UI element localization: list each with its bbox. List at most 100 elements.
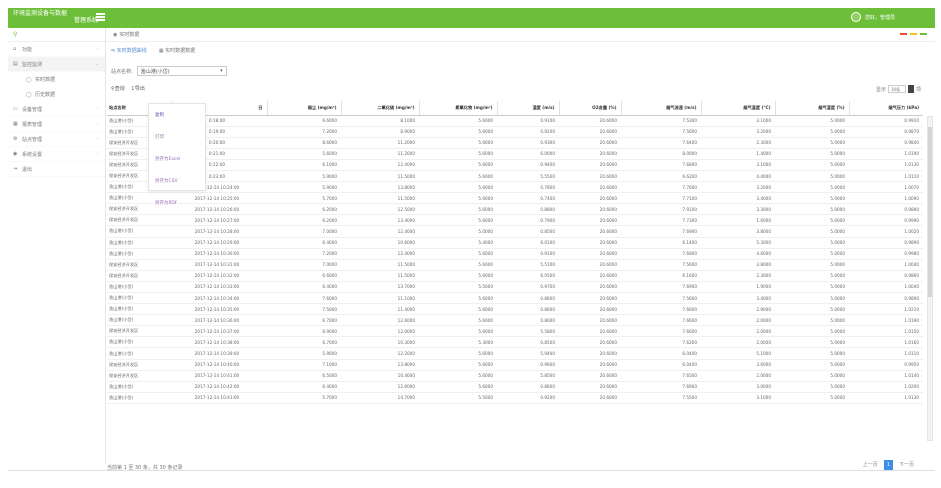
search-icon[interactable]: ⚲ xyxy=(13,31,17,38)
sidebar-item-logout[interactable]: ⇥ 退出 xyxy=(8,162,105,177)
page-size-select[interactable]: 30条 xyxy=(887,85,906,93)
table-cell: 1.0190 xyxy=(849,314,923,327)
table-cell: 5.5800 xyxy=(497,325,559,338)
table-cell: 1.0090 xyxy=(849,192,923,205)
table-cell: 2017-12-14 10:37:00 xyxy=(171,325,267,338)
table-row[interactable]: 渔山港(小岱) 2017-12-14 10:43:00 5.7000 14.7000 5… xyxy=(107,392,923,404)
page-size-dropdown-button[interactable] xyxy=(907,85,914,93)
table-cell: 0.9600 xyxy=(497,359,559,371)
table-cell: 1.9000 xyxy=(701,281,775,294)
table-cell: 2017-12-14 10:43:00 xyxy=(171,392,267,404)
table-row[interactable]: 保安经济开发区 2017-12-14 10:41:00 6.5000 10.4000 5… xyxy=(107,370,923,382)
sidebar-item-stations[interactable]: ⚙ 站点管理 › xyxy=(8,132,105,147)
column-header[interactable]: 氮氧化物 (mg/m³) xyxy=(418,101,497,116)
sidebar-item-reports[interactable]: ▦ 报表管理 › xyxy=(8,117,105,132)
tab-data[interactable]: ▦ 实时数据数据 xyxy=(159,47,195,54)
table-cell: 5.6000 xyxy=(419,381,497,393)
query-button[interactable]: ⚲查询 xyxy=(111,85,125,92)
table-row[interactable]: 保安经济开发区 0:22:00 6.1000 12.4000 5.6000 0.9400 2… xyxy=(107,159,923,171)
table-row[interactable]: 保安经济开发区 0:20:00 8.6000 11.2000 5.6000 0.9300 2… xyxy=(107,137,923,149)
table-cell: 20.6000 xyxy=(559,381,621,393)
table-row[interactable]: 保安经济开发区 2017-12-14 10:32:00 6.6000 11.5000 5… xyxy=(107,270,923,282)
table-row[interactable]: 保安经济开发区 0:21:00 5.6000 11.2000 5.6000 6.0000 2… xyxy=(107,148,923,160)
sidebar-search[interactable]: ⚲ xyxy=(8,28,105,42)
export-menu-item[interactable]: 打印 xyxy=(149,126,205,148)
scrollbar-thumb[interactable] xyxy=(928,127,932,297)
table-row[interactable]: 渔山港(小岱) 2017-12-14 10:36:00 6.7000 12.6000 5… xyxy=(107,314,923,327)
sidebar-subitem-history[interactable]: ◯ 历史数据 xyxy=(8,87,105,102)
app-title-line2: 管理系统 xyxy=(73,17,98,24)
table-cell: 11.4000 xyxy=(341,303,419,316)
chevron-right-icon: › xyxy=(97,106,99,112)
table-row[interactable]: 保安经济开发区 2017-12-14 10:40:00 7.1000 13.8000 5… xyxy=(107,359,923,371)
table-row[interactable]: 渔山港(小岱) 2017-12-14 10:25:00 5.7000 11.5000 5… xyxy=(107,192,923,205)
column-header[interactable]: 烟气湿度 (%) xyxy=(774,101,849,116)
column-header[interactable]: 烟尘 (mg/m³) xyxy=(266,101,341,116)
sidebar-item-settings[interactable]: ◉ 系统设置 › xyxy=(8,147,105,162)
table-body: 渔山港(小岱) 0:18:00 6.6000 8.1000 5.6000 0.9100 20… xyxy=(107,115,923,404)
table-row[interactable]: 渔山港(小岱) 2017-12-14 10:24:00 5.9000 13.8000 5… xyxy=(107,181,923,194)
sidebar-item-devices[interactable]: ▭ 设备管理 › xyxy=(8,102,105,117)
chevron-right-icon: › xyxy=(97,121,99,127)
table-row[interactable]: 保安经济开发区 0:23:00 5.9000 11.5000 5.6000 5.5500 2… xyxy=(107,170,923,183)
table-row[interactable]: 渔山港(小岱) 0:18:00 6.6000 8.1000 5.6000 0.9100 20… xyxy=(107,115,923,127)
column-header[interactable]: 烟气温度 (°C) xyxy=(700,101,775,116)
sidebar-subitem-realtime[interactable]: ◯ 实时数据 xyxy=(8,72,105,87)
table-row[interactable]: 渔山港(小岱) 2017-12-14 10:35:00 7.5000 11.4000 5… xyxy=(107,303,923,316)
table-cell: 11.5000 xyxy=(341,270,419,282)
table-cell: 7.6800 xyxy=(621,248,701,260)
table-row[interactable]: 保安经济开发区 2017-12-14 10:31:00 7.0000 11.5000 5… xyxy=(107,259,923,271)
table-cell: 7.7600 xyxy=(621,181,701,194)
export-button[interactable]: ↧导出 xyxy=(131,85,145,92)
sidebar-item-home[interactable]: ⌂ 功能 › xyxy=(8,42,105,57)
table-cell: 0.7900 xyxy=(497,214,559,227)
export-menu-item[interactable]: 复制 xyxy=(149,104,205,126)
table-cell: 5.6000 xyxy=(419,303,497,316)
avatar[interactable] xyxy=(850,12,861,22)
user-greeting[interactable]: 您好，管理员 xyxy=(865,14,895,21)
sidebar-item-monitoring[interactable]: ▤ 监控监测 ⌄ xyxy=(8,57,105,72)
table-cell: 7.6600 xyxy=(621,314,701,327)
column-header[interactable]: O2含量 (%) xyxy=(558,101,621,116)
realtime-icon: ◯ xyxy=(26,76,32,83)
export-menu-item[interactable]: 另存为CSV xyxy=(149,170,205,192)
table-cell: 5.6000 xyxy=(419,359,497,371)
table-cell: 5.0000 xyxy=(775,225,849,238)
table-row[interactable]: 渔山港(小岱) 2017-12-14 10:30:00 7.2000 12.4000 5… xyxy=(107,248,923,260)
export-menu-item[interactable]: 另存为PDF xyxy=(149,192,205,214)
column-header[interactable]: 湿度 (m/s) xyxy=(496,101,559,116)
view-tabs: ⇋ 实时数据曲线 ▦ 实时数据数据 xyxy=(111,47,195,54)
user-menu[interactable]: 您好，管理员 xyxy=(850,12,895,22)
table-cell: 5.0000 xyxy=(775,126,849,138)
table-cell: 4.6000 xyxy=(701,248,775,260)
table-cell: 13.8000 xyxy=(341,359,419,371)
column-header[interactable]: 烟气压力 (kPa) xyxy=(848,101,923,116)
table-icon: ▦ xyxy=(158,48,164,54)
menu-toggle-icon[interactable] xyxy=(96,13,105,21)
table-cell: 5.6000 xyxy=(419,292,497,305)
table-row[interactable]: 渔山港(小岱) 2017-12-14 10:38:00 6.7000 10.3000 5… xyxy=(107,336,923,349)
table-cell: 6.6000 xyxy=(267,270,341,282)
table-row[interactable]: 渔山港(小岱) 2017-12-14 10:39:00 5.9000 12.2000 5… xyxy=(107,347,923,360)
table-cell: 3.4000 xyxy=(701,192,775,205)
table-scrollbar[interactable] xyxy=(927,116,933,441)
table-row[interactable]: 渔山港(小岱) 2017-12-14 10:29:00 6.4000 10.6000 5… xyxy=(107,237,923,249)
column-header[interactable]: 二氧化硫 (mg/m³) xyxy=(340,101,419,116)
breadcrumb-current[interactable]: 实时数据 xyxy=(119,31,139,38)
station-select[interactable]: 渔山港(小岱) ▾ xyxy=(136,66,227,76)
column-header[interactable]: 烟气流速 (m/s) xyxy=(620,101,701,116)
table-cell: 10.6000 xyxy=(341,237,419,249)
table-cell: 5.7000 xyxy=(267,392,341,404)
table-row[interactable]: 渔山港(小岱) 2017-12-14 10:34:00 7.6000 11.1000 5… xyxy=(107,292,923,305)
table-row[interactable]: 渔山港(小岱) 0:19:00 7.2000 8.9000 5.6000 0.9200 20… xyxy=(107,126,923,138)
table-row[interactable]: 渔山港(小岱) 2017-12-14 10:42:00 6.4000 12.6000 5… xyxy=(107,381,923,393)
page-size-control: 显示 30条 项 xyxy=(875,85,921,93)
export-menu-item[interactable]: 另存为Excel xyxy=(149,148,205,170)
tab-curve[interactable]: ⇋ 实时数据曲线 xyxy=(111,47,147,54)
table-row[interactable]: 保安经济开发区 2017-12-14 10:26:00 6.2000 12.5000 5… xyxy=(107,203,923,216)
table-row[interactable]: 渔山港(小岱) 2017-12-14 10:33:00 6.4000 13.7000 5… xyxy=(107,281,923,294)
table-cell: 6.9000 xyxy=(267,325,341,338)
table-row[interactable]: 保安经济开发区 2017-12-14 10:37:00 6.9000 12.0000 5… xyxy=(107,325,923,338)
table-row[interactable]: 渔山港(小岱) 2017-12-14 10:28:00 7.0000 12.4000 5… xyxy=(107,225,923,238)
table-row[interactable]: 保安经济开发区 2017-12-14 10:27:00 6.2000 13.4000 5… xyxy=(107,214,923,227)
